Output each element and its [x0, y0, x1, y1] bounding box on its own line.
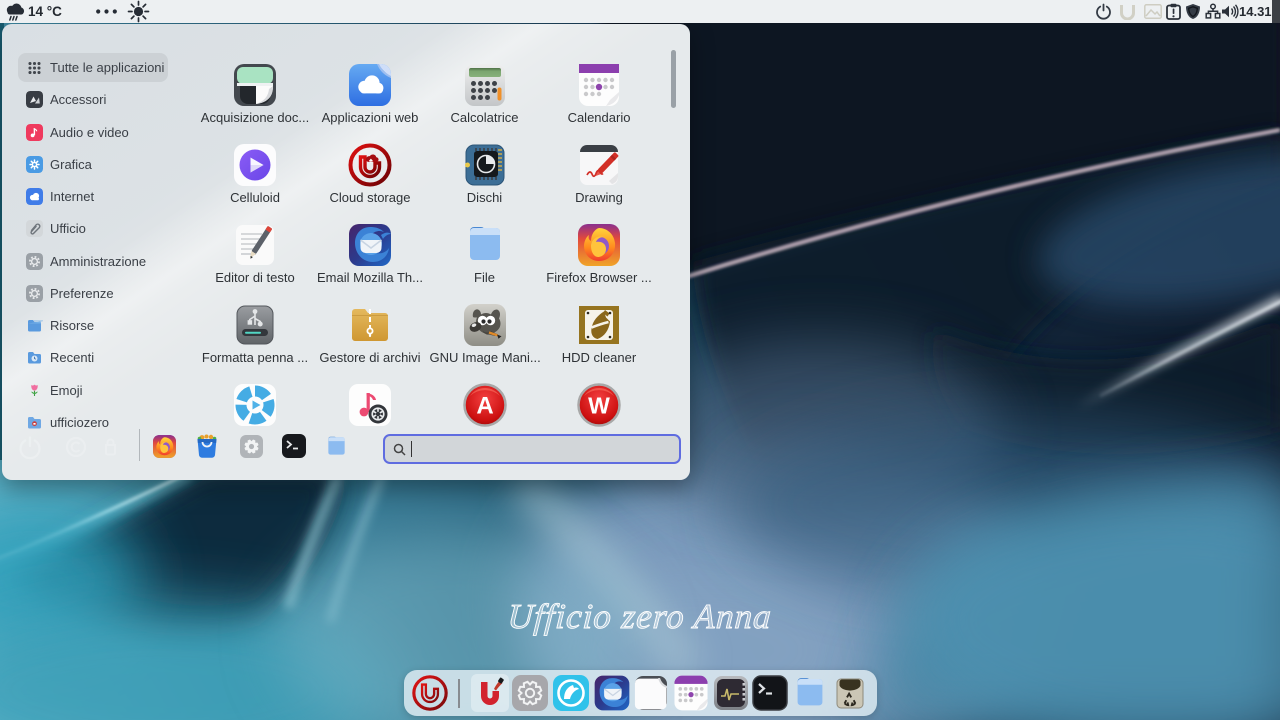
svg-text:Ufficio zero Anna: Ufficio zero Anna — [507, 597, 774, 636]
svg-text:A: A — [476, 393, 493, 420]
svg-text:W: W — [588, 393, 610, 419]
